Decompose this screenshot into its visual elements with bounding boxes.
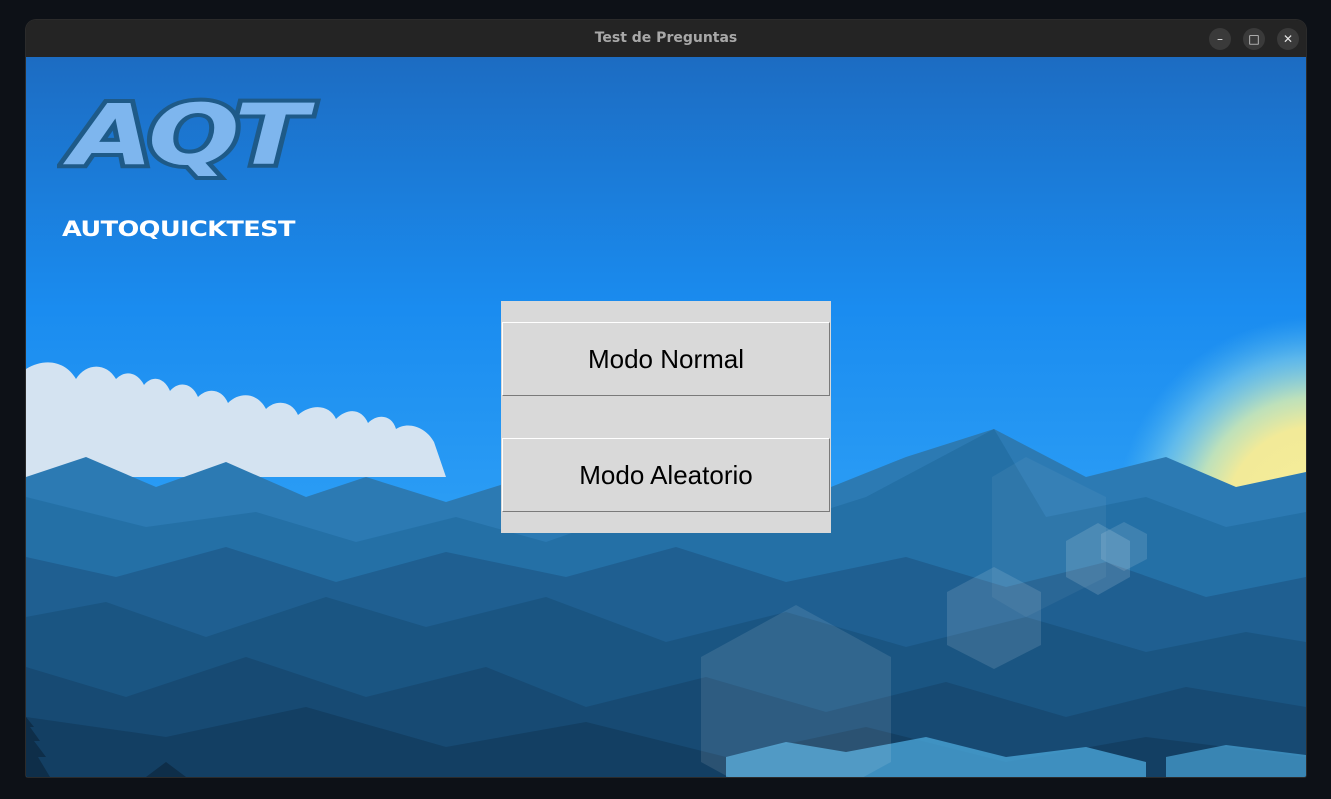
minimize-button[interactable]: – xyxy=(1209,28,1231,50)
maximize-button[interactable]: □ xyxy=(1243,28,1265,50)
logo-subtitle: AUTOQUICKTEST xyxy=(62,217,295,241)
logo-aqt: AQT xyxy=(65,86,313,184)
title-bar[interactable]: Test de Preguntas – □ ✕ xyxy=(26,20,1306,58)
close-button[interactable]: ✕ xyxy=(1277,28,1299,50)
window-title: Test de Preguntas xyxy=(594,30,738,46)
random-mode-button[interactable]: Modo Aleatorio xyxy=(502,438,830,512)
main-content: AQT AUTOQUICKTEST Modo Normal Modo Aleat… xyxy=(26,57,1306,777)
normal-mode-button[interactable]: Modo Normal xyxy=(502,322,830,396)
app-window: Test de Preguntas – □ ✕ AQT AUTOQUICKTES… xyxy=(26,20,1306,777)
mode-selection-panel: Modo Normal Modo Aleatorio xyxy=(501,301,831,533)
